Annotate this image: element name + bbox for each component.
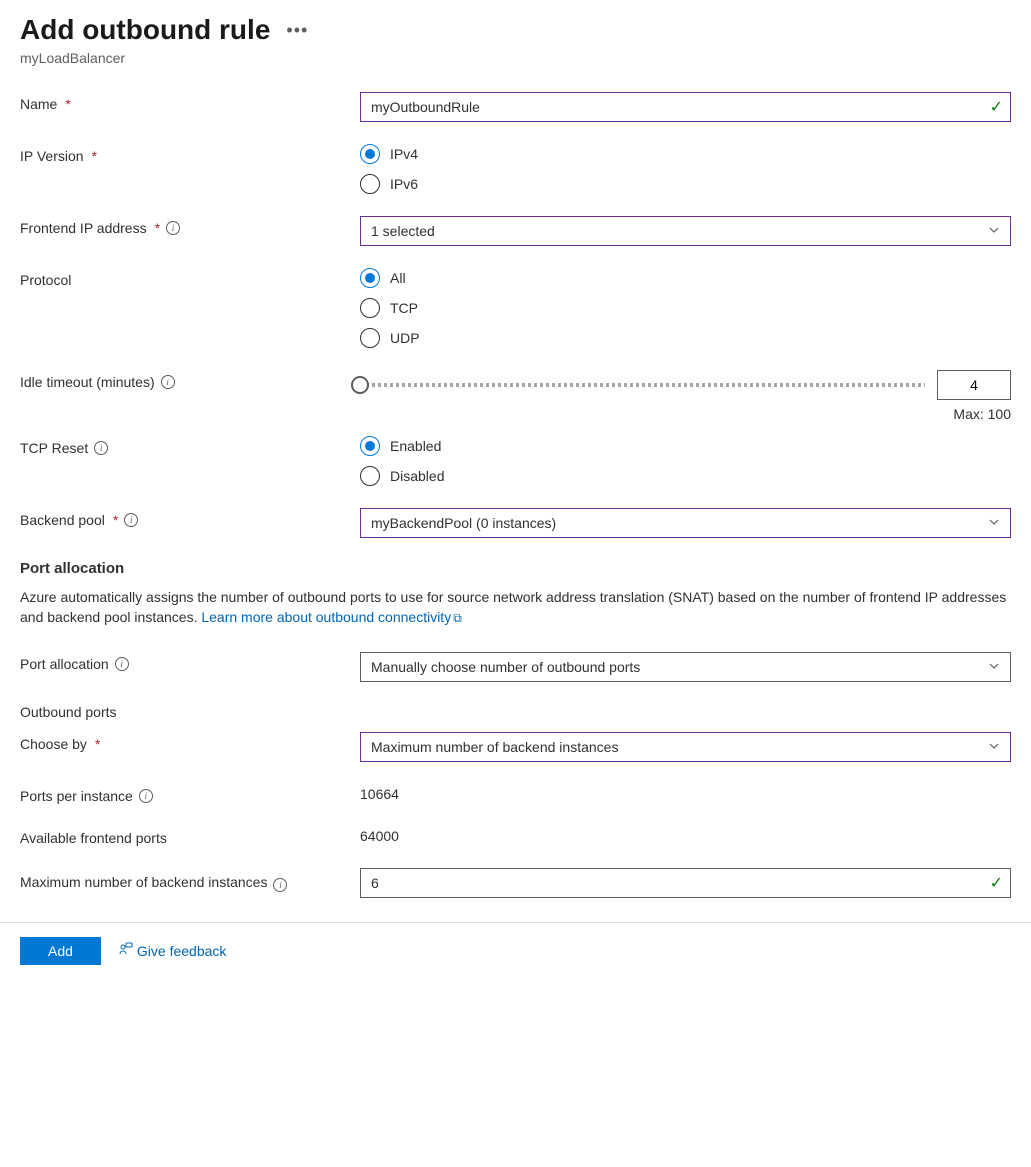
idletimeout-slider[interactable] (360, 383, 925, 387)
page-title: Add outbound rule (20, 14, 270, 46)
port-allocation-heading: Port allocation (20, 560, 1011, 577)
external-link-icon: ⧉ (453, 611, 462, 625)
info-icon[interactable]: i (94, 441, 108, 455)
frontendip-value: 1 selected (371, 223, 435, 239)
tcpreset-label: TCP Reset (20, 440, 88, 456)
info-icon[interactable]: i (273, 878, 287, 892)
availports-label: Available frontend ports (20, 830, 167, 846)
availports-value: 64000 (360, 826, 1011, 844)
required-asterisk: * (92, 148, 97, 164)
portalloc-label: Port allocation (20, 656, 109, 672)
feedback-label: Give feedback (137, 943, 227, 959)
radio-ipv4[interactable]: IPv4 (360, 144, 1011, 164)
more-icon[interactable]: ••• (286, 20, 308, 41)
portsperinst-value: 10664 (360, 784, 1011, 802)
frontendip-select[interactable]: 1 selected (360, 216, 1011, 246)
chevron-down-icon (988, 739, 1000, 755)
portalloc-select[interactable]: Manually choose number of outbound ports (360, 652, 1011, 682)
radio-enabled-label: Enabled (390, 438, 441, 454)
ipversion-label: IP Version (20, 148, 84, 164)
port-allocation-desc: Azure automatically assigns the number o… (20, 587, 1011, 628)
radio-tcpreset-disabled[interactable]: Disabled (360, 466, 1011, 486)
required-asterisk: * (155, 220, 160, 236)
idletimeout-input[interactable] (937, 370, 1011, 400)
radio-protocol-tcp[interactable]: TCP (360, 298, 1011, 318)
portalloc-value: Manually choose number of outbound ports (371, 659, 640, 675)
chooseby-label: Choose by (20, 736, 87, 752)
give-feedback-link[interactable]: Give feedback (119, 942, 227, 959)
backendpool-value: myBackendPool (0 instances) (371, 515, 556, 531)
outbound-ports-heading: Outbound ports (20, 704, 1011, 720)
radio-udp-label: UDP (390, 330, 420, 346)
name-input[interactable] (360, 92, 1011, 122)
required-asterisk: * (65, 96, 70, 112)
idletimeout-label: Idle timeout (minutes) (20, 374, 155, 390)
radio-tcp-label: TCP (390, 300, 418, 316)
person-feedback-icon (119, 942, 133, 959)
add-button[interactable]: Add (20, 937, 101, 965)
info-icon[interactable]: i (166, 221, 180, 235)
required-asterisk: * (95, 736, 100, 752)
radio-protocol-udp[interactable]: UDP (360, 328, 1011, 348)
radio-ipv6-label: IPv6 (390, 176, 418, 192)
name-label: Name (20, 96, 57, 112)
maxbackend-input[interactable] (360, 868, 1011, 898)
radio-all-label: All (390, 270, 406, 286)
radio-protocol-all[interactable]: All (360, 268, 1011, 288)
radio-tcpreset-enabled[interactable]: Enabled (360, 436, 1011, 456)
radio-ipv4-label: IPv4 (390, 146, 418, 162)
radio-ipv6[interactable]: IPv6 (360, 174, 1011, 194)
info-icon[interactable]: i (161, 375, 175, 389)
frontendip-label: Frontend IP address (20, 220, 147, 236)
chooseby-value: Maximum number of backend instances (371, 739, 618, 755)
protocol-label: Protocol (20, 272, 71, 288)
radio-disabled-label: Disabled (390, 468, 444, 484)
learn-more-link[interactable]: Learn more about outbound connectivity⧉ (201, 609, 461, 625)
maxbackend-label: Maximum number of backend instances (20, 874, 267, 890)
checkmark-icon: ✓ (990, 873, 1003, 893)
info-icon[interactable]: i (115, 657, 129, 671)
info-icon[interactable]: i (124, 513, 138, 527)
portsperinst-label: Ports per instance (20, 788, 133, 804)
chooseby-select[interactable]: Maximum number of backend instances (360, 732, 1011, 762)
backendpool-label: Backend pool (20, 512, 105, 528)
idletimeout-max: Max: 100 (360, 406, 1011, 422)
chevron-down-icon (988, 515, 1000, 531)
checkmark-icon: ✓ (990, 97, 1003, 117)
backendpool-select[interactable]: myBackendPool (0 instances) (360, 508, 1011, 538)
breadcrumb: myLoadBalancer (20, 50, 1011, 66)
required-asterisk: * (113, 512, 118, 528)
chevron-down-icon (988, 659, 1000, 675)
chevron-down-icon (988, 223, 1000, 239)
slider-thumb[interactable] (351, 376, 369, 394)
info-icon[interactable]: i (139, 789, 153, 803)
